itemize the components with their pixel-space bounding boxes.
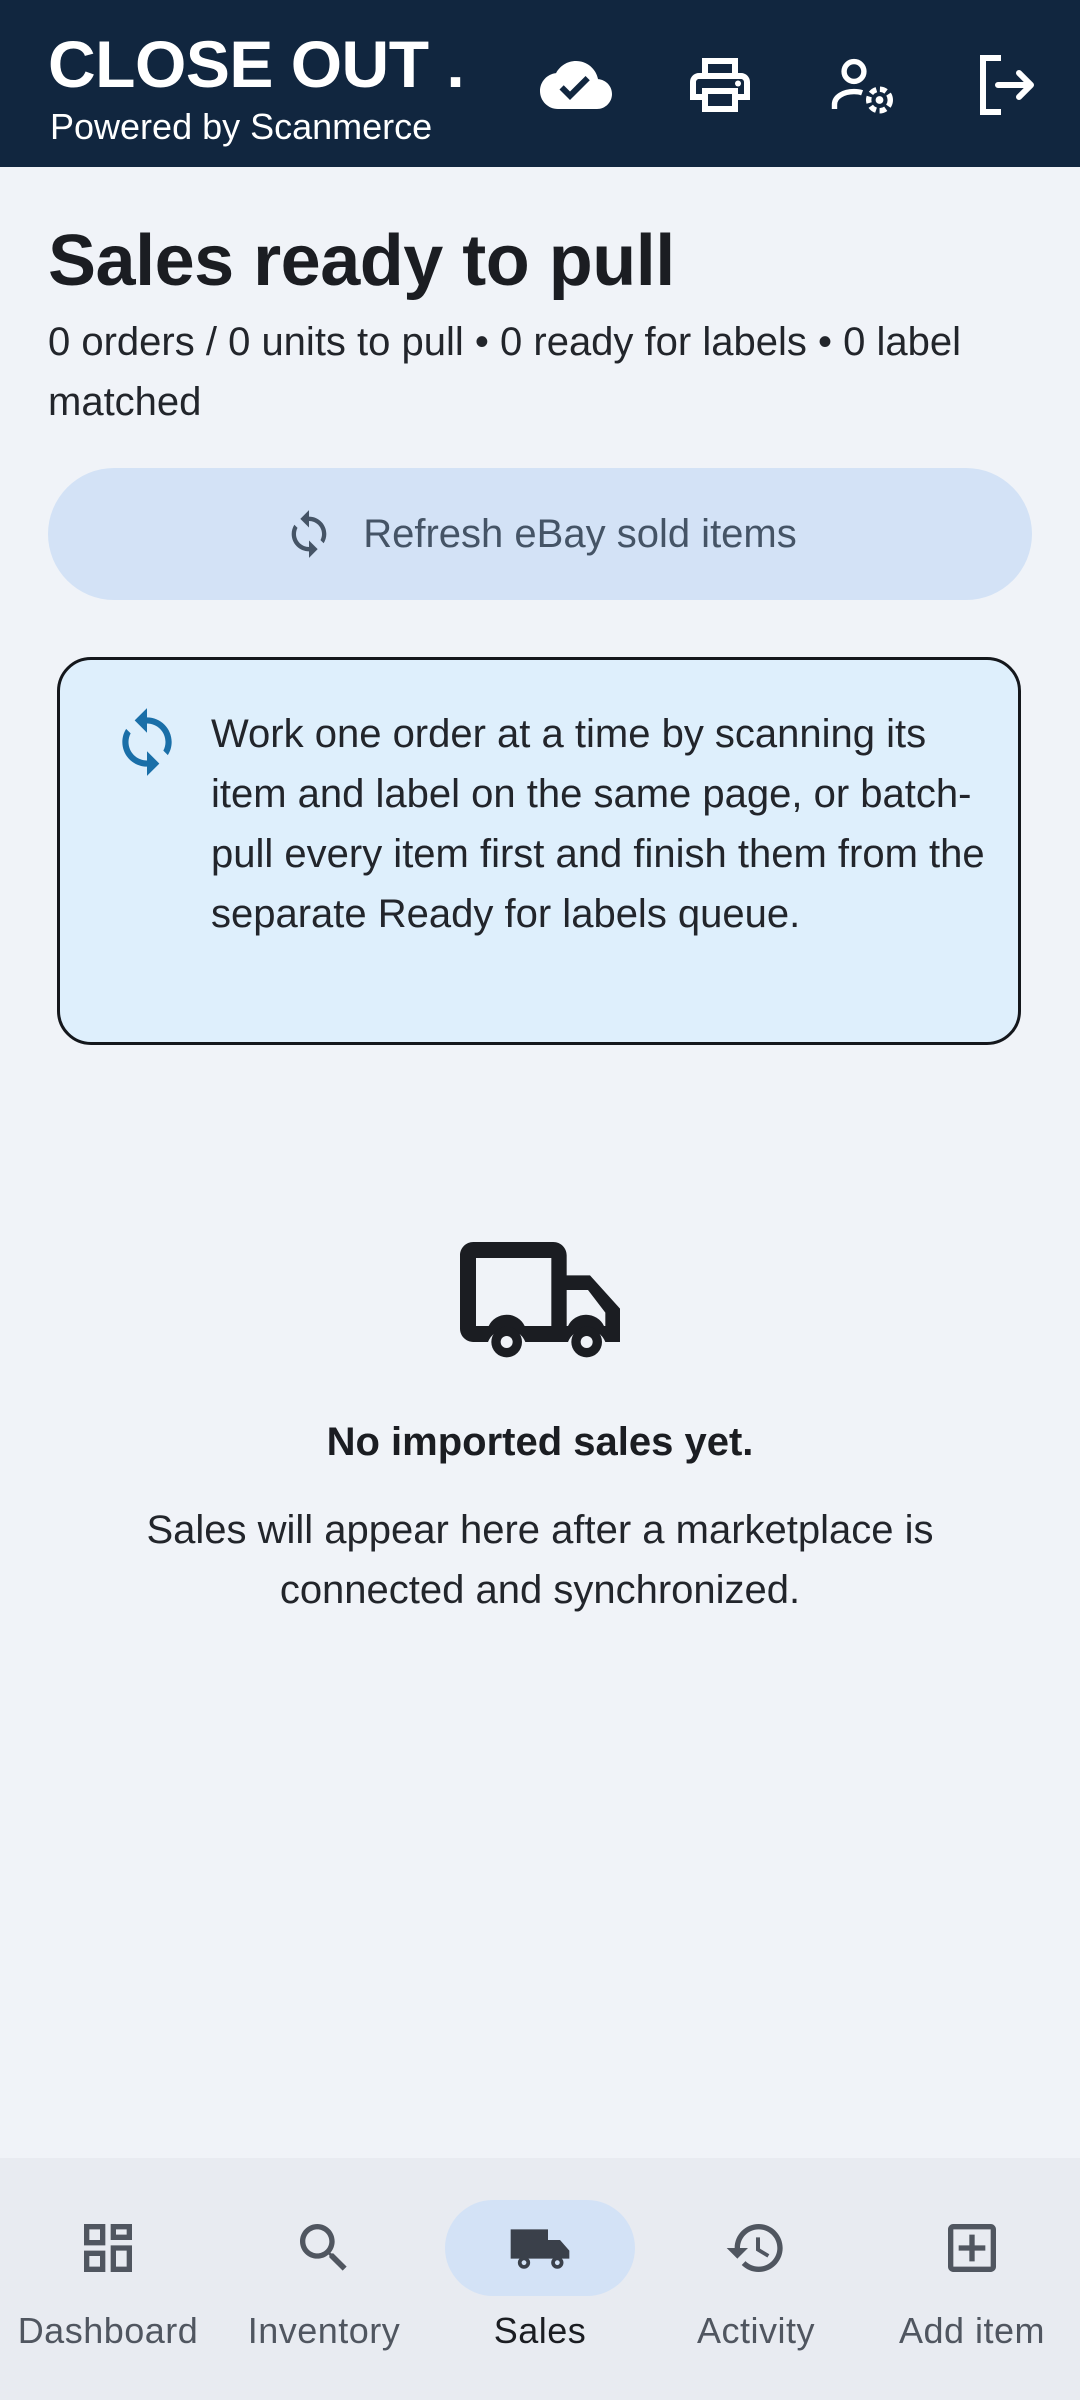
app-subtitle: Powered by Scanmerce <box>50 106 433 147</box>
logout-button[interactable] <box>962 40 1052 130</box>
logout-icon <box>980 55 1034 115</box>
app-bar: CLOSE OUT ... Powered by Scanmerce <box>0 0 1080 167</box>
nav-icon-container <box>13 2200 203 2296</box>
search-icon <box>300 2224 347 2271</box>
empty-state-title: No imported sales yet. <box>326 1420 754 1464</box>
sync-status-button[interactable] <box>531 40 621 130</box>
add-box-icon <box>948 2224 996 2272</box>
sales-summary: 0 orders / 0 units to pull • 0 ready for… <box>48 320 961 424</box>
truck-icon <box>510 2229 570 2269</box>
nav-item-inventory[interactable]: Inventory <box>216 2158 432 2400</box>
app-title: CLOSE OUT ... <box>48 27 468 101</box>
truck-icon <box>460 1242 620 1358</box>
refresh-button-label: Refresh eBay sold items <box>363 511 797 556</box>
nav-label: Dashboard <box>17 2310 199 2351</box>
cloud-done-icon <box>540 61 612 109</box>
bottom-nav: Dashboard Inventory Sales Activity Add i… <box>0 2158 1080 2400</box>
empty-state-text: Sales will appear here after a marketpla… <box>146 1508 934 1612</box>
info-text: Work one order at a time by scanning its… <box>211 712 985 936</box>
account-settings-icon <box>831 58 893 114</box>
printer-icon <box>690 58 750 112</box>
nav-icon-container <box>661 2200 851 2296</box>
nav-item-add-item[interactable]: Add item <box>864 2158 1080 2400</box>
refresh-ebay-button[interactable]: Refresh eBay sold items <box>48 468 1032 600</box>
nav-icon-container <box>445 2200 635 2296</box>
dashboard-icon <box>84 2224 132 2272</box>
nav-item-sales[interactable]: Sales <box>432 2158 648 2400</box>
nav-label: Activity <box>696 2310 815 2351</box>
nav-item-dashboard[interactable]: Dashboard <box>0 2158 216 2400</box>
nav-label: Inventory <box>247 2310 401 2351</box>
nav-label: Sales <box>493 2310 587 2351</box>
nav-label: Add item <box>898 2310 1046 2351</box>
nav-icon-container <box>877 2200 1067 2296</box>
info-card: Work one order at a time by scanning its… <box>57 657 1021 1045</box>
sync-icon <box>122 708 172 776</box>
sync-icon <box>291 510 327 558</box>
account-settings-button[interactable] <box>818 40 908 130</box>
nav-icon-container <box>229 2200 419 2296</box>
page-title: Sales ready to pull <box>48 221 675 301</box>
history-icon <box>726 2224 783 2272</box>
print-button[interactable] <box>675 40 765 130</box>
nav-item-activity[interactable]: Activity <box>648 2158 864 2400</box>
